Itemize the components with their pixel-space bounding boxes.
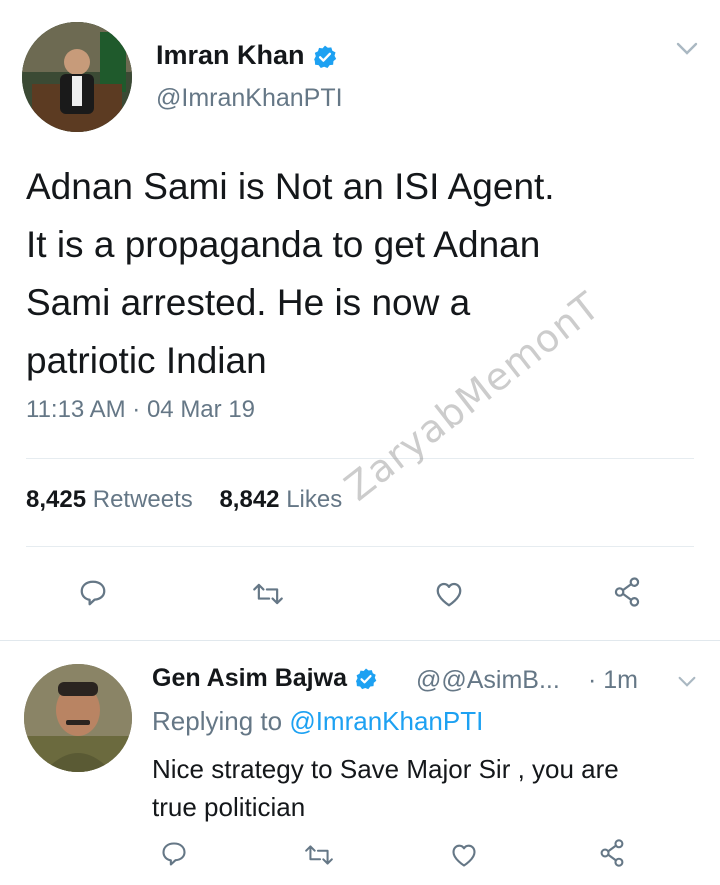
tweet-separator	[0, 640, 720, 641]
reply-author-handle[interactable]: @@AsimB...	[416, 666, 560, 695]
reply-icon[interactable]	[78, 578, 108, 608]
tweet-text-line: It is a propaganda to get Adnan	[26, 224, 541, 265]
reply-author-name-text[interactable]: Gen Asim Bajwa	[152, 664, 347, 692]
retweet-count[interactable]: 8,425	[26, 486, 86, 513]
retweet-label[interactable]: Retweets	[93, 486, 193, 513]
tweet-stats: 8,425 Retweets 8,842 Likes	[26, 486, 342, 514]
tweet-text-line: patriotic Indian	[26, 340, 267, 381]
like-icon[interactable]	[434, 580, 464, 608]
chevron-down-icon[interactable]	[676, 42, 698, 56]
retweet-icon[interactable]	[304, 842, 334, 868]
chevron-down-icon[interactable]	[678, 676, 696, 688]
verified-badge-icon	[312, 44, 338, 70]
author-name-text[interactable]: Imran Khan	[156, 40, 305, 70]
retweet-icon[interactable]	[252, 580, 284, 608]
replying-prefix: Replying to	[152, 706, 283, 736]
replying-to-link[interactable]: @ImranKhanPTI	[289, 706, 483, 736]
reply-text-line: Nice strategy to Save Major Sir , you ar…	[152, 754, 619, 784]
like-icon[interactable]	[450, 842, 478, 868]
reply-text-line: true politician	[152, 792, 306, 822]
tweet-text: Adnan Sami is Not an ISI Agent. It is a …	[26, 158, 686, 390]
author-avatar[interactable]	[22, 22, 132, 132]
reply-text: Nice strategy to Save Major Sir , you ar…	[152, 750, 692, 826]
divider	[26, 546, 694, 547]
share-icon[interactable]	[598, 838, 626, 868]
reply-author-name[interactable]: Gen Asim Bajwa	[152, 664, 378, 693]
author-handle[interactable]: @ImranKhanPTI	[156, 84, 343, 113]
author-name[interactable]: Imran Khan	[156, 40, 338, 71]
tweet-timestamp[interactable]: 11:13 AM · 04 Mar 19	[26, 396, 255, 424]
reply-author-avatar[interactable]	[24, 664, 132, 772]
main-tweet: Imran Khan @ImranKhanPTI Adnan Sami is N…	[0, 0, 720, 640]
verified-badge-icon	[354, 667, 378, 691]
reply-icon[interactable]	[160, 840, 188, 868]
tweet-text-line: Sami arrested. He is now a	[26, 282, 471, 323]
tweet-text-line: Adnan Sami is Not an ISI Agent.	[26, 166, 555, 207]
reply-time[interactable]: · 1m	[588, 666, 638, 695]
replying-to: Replying to @ImranKhanPTI	[152, 706, 483, 737]
like-label[interactable]: Likes	[286, 486, 342, 513]
share-icon[interactable]	[612, 576, 642, 608]
like-count[interactable]: 8,842	[219, 486, 279, 513]
divider	[26, 458, 694, 459]
